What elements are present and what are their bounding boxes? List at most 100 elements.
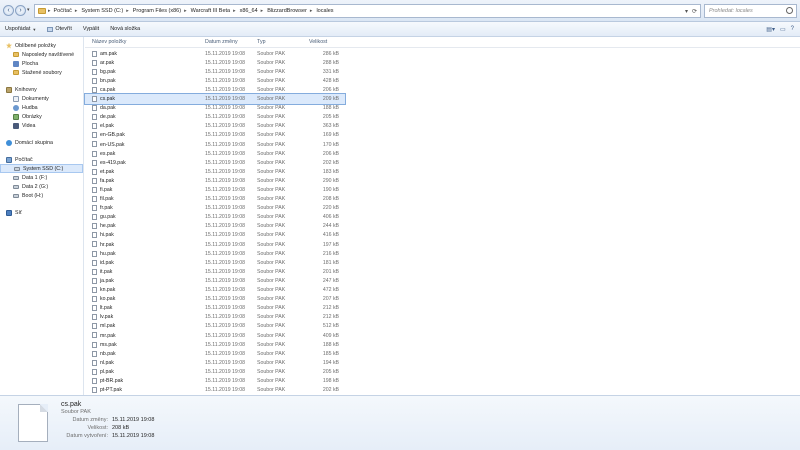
sidebar-item-downloads[interactable]: Stažené soubory [0, 68, 83, 77]
column-header-type[interactable]: Typ [257, 39, 266, 45]
table-row[interactable]: nb.pak 15.11.2019 19:08 Soubor PAK 185 kB [85, 349, 345, 358]
table-row[interactable]: et.pak 15.11.2019 19:08 Soubor PAK 183 kB [85, 167, 345, 176]
file-size: 290 kB [322, 177, 339, 184]
table-row[interactable]: lt.pak 15.11.2019 19:08 Soubor PAK 212 kB [85, 304, 345, 313]
file-name: es.pak [100, 150, 116, 157]
recent-pages-chevron-icon[interactable]: ▾ [27, 7, 30, 13]
file-name: ja.pak [100, 277, 114, 284]
preview-pane-icon[interactable]: ▭ [780, 26, 786, 33]
file-size: 185 kB [322, 350, 339, 357]
column-header-name[interactable]: Název položky [92, 39, 126, 45]
column-headers: Název položky Datum změny Typ Velikost [85, 37, 800, 48]
sidebar-item-network[interactable]: Síť [0, 208, 83, 217]
table-row[interactable]: hr.pak 15.11.2019 19:08 Soubor PAK 197 kB [85, 240, 345, 249]
view-options-icon[interactable]: ▤▾ [766, 26, 775, 33]
file-name: et.pak [100, 168, 115, 175]
sidebar-item-videos[interactable]: Videa [0, 121, 83, 130]
table-row[interactable]: pl.pak 15.11.2019 19:08 Soubor PAK 205 kB [85, 367, 345, 376]
table-row[interactable]: he.pak 15.11.2019 19:08 Soubor PAK 244 kB [85, 222, 345, 231]
search-input[interactable]: Prohledat: locales [704, 4, 797, 18]
breadcrumb-item[interactable]: Počítač ▸ [53, 8, 79, 14]
breadcrumb-item[interactable]: Program Files (x86) ▸ [132, 8, 188, 14]
file-name: he.pak [100, 223, 116, 230]
sidebar-item-documents[interactable]: Dokumenty [0, 94, 83, 103]
open-button[interactable]: Otevřít [47, 26, 72, 32]
sidebar-item-drive-c[interactable]: System SSD (C:) [0, 164, 83, 173]
table-row[interactable]: ja.pak 15.11.2019 19:08 Soubor PAK 247 kB [85, 276, 345, 285]
sidebar-item-drive-f[interactable]: Data 1 (F:) [0, 173, 83, 182]
file-date: 15.11.2019 19:08 [205, 350, 245, 357]
sidebar-item-desktop[interactable]: Plocha [0, 59, 83, 68]
file-name: el.pak [100, 123, 114, 130]
file-type: Soubor PAK [257, 150, 286, 157]
table-row[interactable]: id.pak 15.11.2019 19:08 Soubor PAK 181 kB [85, 258, 345, 267]
file-icon [92, 68, 97, 75]
table-row[interactable]: el.pak 15.11.2019 19:08 Soubor PAK 363 kB [85, 122, 345, 131]
table-row[interactable]: lv.pak 15.11.2019 19:08 Soubor PAK 212 kB [85, 313, 345, 322]
breadcrumb-item[interactable]: BlizzardBrowser ▸ [266, 8, 313, 14]
file-type: Soubor PAK [257, 50, 286, 57]
table-row[interactable]: nl.pak 15.11.2019 19:08 Soubor PAK 194 kB [85, 358, 345, 367]
burn-button[interactable]: Vypálit [83, 26, 99, 32]
table-row[interactable]: it.pak 15.11.2019 19:08 Soubor PAK 201 kB [85, 267, 345, 276]
sidebar-item-recent[interactable]: Naposledy navštívené [0, 50, 83, 59]
table-row[interactable]: hi.pak 15.11.2019 19:08 Soubor PAK 416 kB [85, 231, 345, 240]
sidebar-item-drive-g[interactable]: Data 2 (G:) [0, 182, 83, 191]
column-header-date[interactable]: Datum změny [205, 39, 238, 45]
table-row[interactable]: cs.pak 15.11.2019 19:08 Soubor PAK 209 kB [84, 93, 346, 105]
sidebar-item-pictures[interactable]: Obrázky [0, 112, 83, 121]
file-size: 202 kB [322, 387, 339, 394]
sidebar-item-drive-h[interactable]: Boot (H:) [0, 191, 83, 200]
breadcrumb-item[interactable]: x86_64 ▸ [239, 8, 265, 14]
refresh-icon[interactable]: ⟳ [692, 8, 697, 15]
folder-icon [38, 8, 46, 14]
table-row[interactable]: gu.pak 15.11.2019 19:08 Soubor PAK 406 kB [85, 213, 345, 222]
table-row[interactable]: mr.pak 15.11.2019 19:08 Soubor PAK 409 kB [85, 331, 345, 340]
table-row[interactable]: fil.pak 15.11.2019 19:08 Soubor PAK 208 kB [85, 195, 345, 204]
file-size: 181 kB [322, 259, 339, 266]
table-row[interactable]: pt-PT.pak 15.11.2019 19:08 Soubor PAK 202 k… [85, 385, 345, 394]
table-row[interactable]: ml.pak 15.11.2019 19:08 Soubor PAK 512 kB [85, 322, 345, 331]
help-icon[interactable]: ? [791, 26, 794, 33]
table-row[interactable]: es.pak 15.11.2019 19:08 Soubor PAK 206 kB [85, 149, 345, 158]
back-arrow-icon[interactable]: ‹ [3, 5, 14, 16]
table-row[interactable]: ms.pak 15.11.2019 19:08 Soubor PAK 188 kB [85, 340, 345, 349]
file-icon [92, 259, 97, 266]
sidebar-item-libraries[interactable]: Knihovny [0, 85, 83, 94]
breadcrumb-item-current[interactable]: locales [315, 8, 334, 14]
table-row[interactable]: en-GB.pak 15.11.2019 19:08 Soubor PAK 169 k… [85, 131, 345, 140]
breadcrumb[interactable]: ▸ Počítač ▸ System SSD (C:) ▸ Program File… [34, 4, 701, 18]
table-row[interactable]: fa.pak 15.11.2019 19:08 Soubor PAK 290 kB [85, 176, 345, 185]
table-row[interactable]: de.pak 15.11.2019 19:08 Soubor PAK 205 kB [85, 113, 345, 122]
table-row[interactable]: en-US.pak 15.11.2019 19:08 Soubor PAK 170 k… [85, 140, 345, 149]
sidebar-item-homegroup[interactable]: Domácí skupina [0, 138, 83, 147]
table-row[interactable]: am.pak 15.11.2019 19:08 Soubor PAK 286 kB [85, 49, 345, 58]
table-row[interactable]: pt-BR.pak 15.11.2019 19:08 Soubor PAK 198 k… [85, 376, 345, 385]
table-row[interactable]: bg.pak 15.11.2019 19:08 Soubor PAK 331 kB [85, 67, 345, 76]
table-row[interactable]: ko.pak 15.11.2019 19:08 Soubor PAK 207 kB [85, 295, 345, 304]
sidebar-item-favorites[interactable]: Oblíbené položky [0, 41, 83, 50]
breadcrumb-item[interactable]: Warcraft III Beta ▸ [190, 8, 237, 14]
table-row[interactable]: ca.pak 15.11.2019 19:08 Soubor PAK 206 kB [85, 85, 345, 94]
table-row[interactable]: es-419.pak 15.11.2019 19:08 Soubor PAK 202 … [85, 158, 345, 167]
address-dropdown-icon[interactable]: ▾ [685, 8, 688, 15]
file-name: it.pak [100, 268, 113, 275]
forward-arrow-icon[interactable]: › [15, 5, 26, 16]
column-header-size[interactable]: Velikost [309, 39, 327, 45]
table-row[interactable]: da.pak 15.11.2019 19:08 Soubor PAK 188 kB [85, 104, 345, 113]
file-date: 15.11.2019 19:08 [205, 223, 245, 230]
organize-button[interactable]: Uspořádat ▼ [5, 26, 36, 32]
file-date: 15.11.2019 19:08 [205, 50, 245, 57]
table-row[interactable]: fi.pak 15.11.2019 19:08 Soubor PAK 190 kB [85, 185, 345, 194]
sidebar-item-music[interactable]: Hudba [0, 103, 83, 112]
sidebar-item-computer[interactable]: Počítač [0, 155, 83, 164]
breadcrumb-item[interactable]: System SSD (C:) ▸ [80, 8, 129, 14]
table-row[interactable]: ar.pak 15.11.2019 19:08 Soubor PAK 288 kB [85, 58, 345, 67]
navigation-pane: Oblíbené položky Naposledy navštívené Pl… [0, 37, 84, 395]
table-row[interactable]: bn.pak 15.11.2019 19:08 Soubor PAK 428 kB [85, 76, 345, 85]
table-row[interactable]: hu.pak 15.11.2019 19:08 Soubor PAK 216 kB [85, 249, 345, 258]
table-row[interactable]: kn.pak 15.11.2019 19:08 Soubor PAK 472 kB [85, 285, 345, 294]
table-row[interactable]: fr.pak 15.11.2019 19:08 Soubor PAK 220 kB [85, 204, 345, 213]
new-folder-button[interactable]: Nová složka [110, 26, 140, 32]
file-size: 409 kB [322, 332, 339, 339]
